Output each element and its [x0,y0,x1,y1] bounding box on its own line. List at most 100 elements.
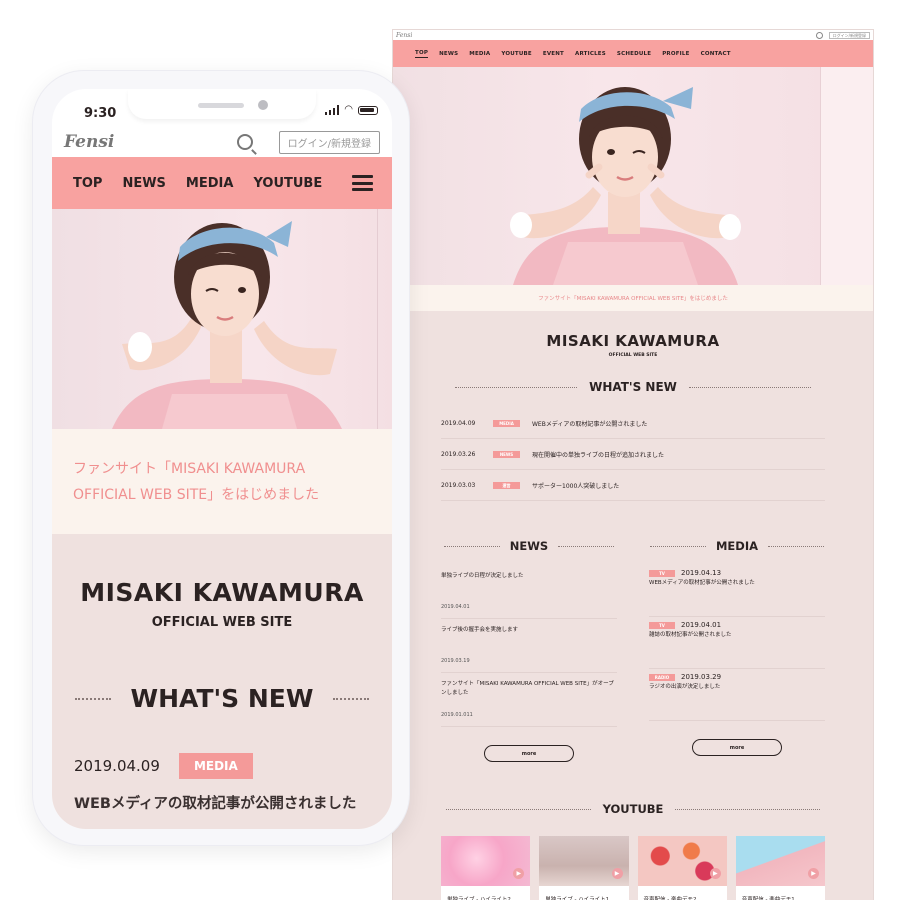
mobile-site-subtitle: OFFICIAL WEB SITE [151,615,293,630]
item-tag: NEWS [493,450,520,458]
mobile-whats-new-label: WHAT'S NEW [130,684,314,713]
video-title: 単独ライブ - ハイライト1 [539,886,629,900]
nav-top[interactable]: TOP [415,50,429,58]
desktop-caption: ファンサイト「MISAKI KAWAMURA OFFICIAL WEB SITE… [393,285,873,311]
video-thumbnail[interactable]: ▶ [539,836,629,886]
mobile-nav-top[interactable]: TOP [73,176,102,191]
play-icon[interactable]: ▶ [709,868,721,879]
media-heading-label: MEDIA [715,539,759,553]
mobile-news-text[interactable]: WEBメディアの取材記事が公開されました [74,792,392,813]
desktop-login-button[interactable]: ログイン/新規登録 [828,31,870,39]
desktop-search-icon[interactable] [815,31,823,39]
news-item[interactable]: 単独ライブの日程が決定しました 2019.04.01 [441,565,617,619]
play-icon[interactable]: ▶ [808,868,819,879]
battery-icon [358,105,378,115]
news-item-text: ファンサイト「MISAKI KAWAMURA OFFICIAL WEB SITE… [441,681,614,696]
mobile-nav-news[interactable]: NEWS [122,176,165,191]
mobile-nav-youtube[interactable]: YOUTUBE [253,176,322,191]
mobile-site-title: MISAKI KAWAMURA [80,578,364,607]
news-heading: NEWS [441,539,617,553]
item-text: WEBメディアの取材記事が公開されました [532,420,648,428]
mobile-whats-new-heading: WHAT'S NEW [52,684,392,713]
video-card[interactable]: ▶ 単独ライブ - ハイライト1 [539,836,629,900]
news-heading-label: NEWS [509,539,549,553]
nav-schedule[interactable]: SCHEDULE [617,51,651,57]
video-title: 音声配信 - 楽曲デモ1 [735,886,825,900]
desktop-whats-new-list: 2019.04.09 MEDIA WEBメディアの取材記事が公開されました 20… [441,408,825,501]
item-date: 2019.04.09 [441,419,476,427]
video-thumbnail[interactable]: ▶ [735,836,825,886]
video-card[interactable]: ▶ 音声配信 - 楽曲デモ2 [637,836,727,900]
media-item[interactable]: TV 2019.04.13 WEBメディアの取材記事が公開されました [649,565,825,617]
nav-media[interactable]: MEDIA [469,51,490,57]
media-item-tag: TV [649,570,675,577]
video-card[interactable]: ▶ 単独ライブ - ハイライト2 [441,836,531,900]
item-date: 2019.03.26 [441,450,476,458]
desktop-top-bar: Fensi ログイン/新規登録 [393,30,873,40]
mobile-news-date: 2019.04.09 [74,757,160,775]
nav-profile[interactable]: PROFILE [662,51,689,57]
play-icon[interactable]: ▶ [611,868,623,879]
phone-screen: 9:30 ◠ Fensi ログイン/新規登録 TOP NEWS MEDIA YO… [52,89,392,829]
wifi-icon: ◠ [344,104,353,115]
media-item-date: 2019.04.01 [681,621,722,629]
youtube-section: YOUTUBE ▶ 単独ライブ - ハイライト2 ▶ 単独ライブ - ハイライト… [393,802,873,900]
media-item-text: ラジオの出演が決定しました [649,684,721,690]
item-text: サポーター1000人突破しました [532,482,620,490]
desktop-site-title: MISAKI KAWAMURA [546,332,720,350]
news-item[interactable]: ファンサイト「MISAKI KAWAMURA OFFICIAL WEB SITE… [441,673,617,727]
nav-articles[interactable]: ARTICLES [575,51,606,57]
play-icon[interactable]: ▶ [513,868,525,879]
phone-frame: 9:30 ◠ Fensi ログイン/新規登録 TOP NEWS MEDIA YO… [32,70,410,846]
desktop-nav: TOP NEWS MEDIA YOUTUBE EVENT ARTICLES SC… [393,40,873,67]
mobile-header: Fensi ログイン/新規登録 [52,127,392,157]
mobile-content: MISAKI KAWAMURA OFFICIAL WEB SITE WHAT'S… [52,534,392,829]
list-item[interactable]: 2019.03.03 運営 サポーター1000人突破しました [441,470,825,501]
news-item-date: 2019.03.19 [441,658,470,664]
mobile-hero-photo [52,209,392,429]
mobile-login-button[interactable]: ログイン/新規登録 [278,130,380,154]
media-heading: MEDIA [649,539,825,553]
mobile-search-icon[interactable] [236,134,253,150]
mobile-nav-media[interactable]: MEDIA [186,176,234,191]
phone-notch [128,89,316,119]
video-thumbnail[interactable]: ▶ [637,836,727,886]
news-item[interactable]: ライブ後の握手会を実施します 2019.03.19 [441,619,617,673]
nav-contact[interactable]: CONTACT [701,51,731,57]
nav-event[interactable]: EVENT [543,51,564,57]
mobile-news-row[interactable]: 2019.04.09 MEDIA [74,753,392,779]
video-thumbnail[interactable]: ▶ [441,836,531,886]
video-card[interactable]: ▶ 音声配信 - 楽曲デモ1 [735,836,825,900]
video-title: 単独ライブ - ハイライト2 [441,886,531,900]
desktop-whats-new-heading: WHAT'S NEW [393,380,873,394]
youtube-heading-label: YOUTUBE [602,802,664,816]
media-item-date: 2019.03.29 [681,673,722,681]
media-item-date: 2019.04.13 [681,569,722,577]
mobile-caption: ファンサイト「MISAKI KAWAMURA OFFICIAL WEB SITE… [52,429,392,534]
item-text: 現在開催中の単独ライブの日程が追加されました [532,451,665,459]
hamburger-menu-icon[interactable] [352,175,373,191]
desktop-page: Fensi ログイン/新規登録 TOP NEWS MEDIA YOUTUBE E… [393,30,873,900]
status-bar: 9:30 ◠ [52,89,392,125]
news-item-date: 2019.04.01 [441,604,470,610]
desktop-site-subtitle: OFFICIAL WEB SITE [608,353,658,358]
media-item-tag: RADIO [649,674,675,681]
mockup-stage: Fensi ログイン/新規登録 TOP NEWS MEDIA YOUTUBE E… [0,0,900,900]
nav-youtube[interactable]: YOUTUBE [501,51,532,57]
desktop-logo[interactable]: Fensi [396,32,412,39]
media-item[interactable]: TV 2019.04.01 雑誌の取材記事が公開されました [649,617,825,669]
video-title: 音声配信 - 楽曲デモ2 [637,886,727,900]
list-item[interactable]: 2019.03.26 NEWS 現在開催中の単独ライブの日程が追加されました [441,439,825,470]
media-more-button[interactable]: more [692,739,782,756]
mobile-logo[interactable]: Fensi [64,132,114,152]
media-item-text: WEBメディアの取材記事が公開されました [649,580,755,586]
list-item[interactable]: 2019.04.09 MEDIA WEBメディアの取材記事が公開されました [441,408,825,439]
whats-new-label: WHAT'S NEW [589,380,677,394]
news-column: NEWS 単独ライブの日程が決定しました 2019.04.01 ライブ後の握手会… [441,539,617,762]
item-tag: MEDIA [493,419,520,427]
news-item-text: 単独ライブの日程が決定しました [441,573,524,579]
media-item[interactable]: RADIO 2019.03.29 ラジオの出演が決定しました [649,669,825,721]
item-tag: 運営 [493,481,520,489]
news-more-button[interactable]: more [484,745,574,762]
nav-news[interactable]: NEWS [439,51,458,57]
